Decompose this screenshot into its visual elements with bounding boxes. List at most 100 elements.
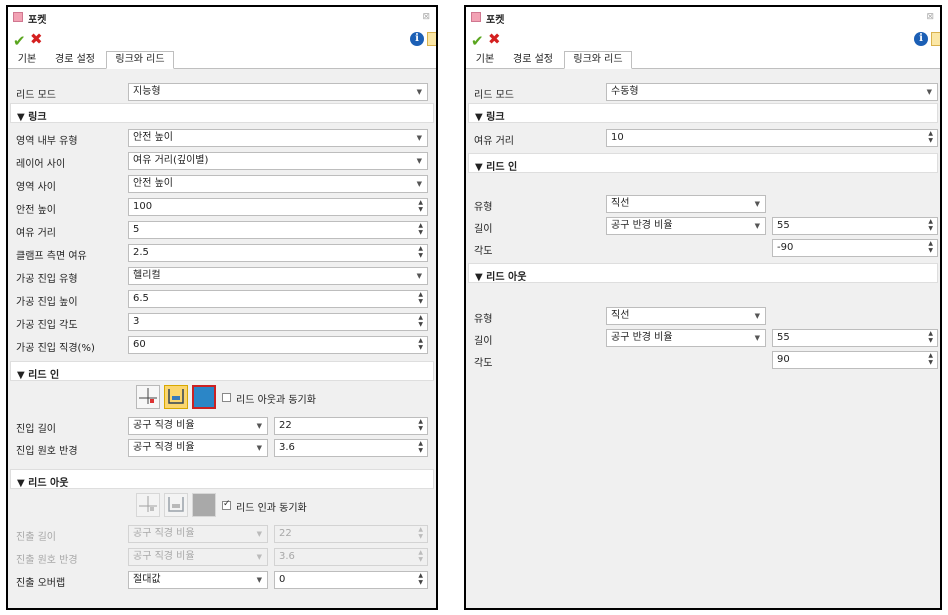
lead-mode-select[interactable]: 지능형 ▼ bbox=[128, 83, 428, 101]
ok-check-icon[interactable]: ✔ bbox=[13, 33, 26, 49]
spin-arrows-icon[interactable]: ▲ ▼ bbox=[418, 572, 423, 586]
tab-path-settings[interactable]: 경로 설정 bbox=[48, 52, 102, 69]
chevron-down-icon: ▼ bbox=[256, 576, 262, 584]
link-select[interactable]: 안전 높이 ▼ bbox=[128, 175, 428, 193]
lead-out-length-type-value: 공구 반경 비율 bbox=[611, 332, 673, 343]
link-select[interactable]: 헬리컬 ▼ bbox=[128, 267, 428, 285]
window-title: 포켓 bbox=[28, 15, 47, 26]
tab-content: 리드 모드 지능형 ▼ ▼ 링크 영역 내부 유형 안전 높이 ▼ 레이어 사이 여유 거… bbox=[8, 69, 436, 608]
section-title: ▼ 링크 bbox=[17, 112, 47, 123]
lead-in-type-select[interactable]: 공구 직경 비율 ▼ bbox=[128, 417, 268, 435]
link-input[interactable]: 5 ▲ ▼ bbox=[128, 221, 428, 239]
link-input[interactable]: 100 ▲ ▼ bbox=[128, 198, 428, 216]
lead-out-type-select[interactable]: 직선 ▼ bbox=[606, 307, 766, 325]
lead-in-type-row: 유형 직선 ▼ bbox=[466, 193, 940, 215]
cancel-x-icon[interactable]: ✖ bbox=[30, 31, 43, 47]
lead-in-icon-bar: 리드 아웃과 동기화 bbox=[136, 385, 336, 411]
spin-arrows-icon[interactable]: ▲ ▼ bbox=[928, 330, 933, 344]
lead-in-angle-row: 각도 -90 ▲ ▼ bbox=[466, 237, 940, 259]
tab-path-settings[interactable]: 경로 설정 bbox=[506, 52, 560, 69]
document-icon[interactable] bbox=[427, 32, 436, 46]
restore-icon[interactable]: ⊠ bbox=[926, 12, 934, 22]
spin-arrows-icon[interactable]: ▲ ▼ bbox=[418, 526, 423, 540]
lead-in-angle-input[interactable]: -90 ▲ ▼ bbox=[772, 239, 938, 257]
restore-icon[interactable]: ⊠ bbox=[422, 12, 430, 22]
ok-check-icon[interactable]: ✔ bbox=[471, 33, 484, 49]
info-icon[interactable]: i bbox=[914, 32, 928, 46]
lead-in-sync-checkbox[interactable] bbox=[222, 393, 231, 402]
lead-out-angle-input[interactable]: 90 ▲ ▼ bbox=[772, 351, 938, 369]
lead-out-value-input[interactable]: 3.6 ▲ ▼ bbox=[274, 548, 428, 566]
lead-out-icon-bar: 리드 인과 동기화 bbox=[136, 493, 336, 519]
lead-fill-icon[interactable] bbox=[192, 493, 216, 517]
tab-link-and-lead[interactable]: 링크와 리드 bbox=[106, 51, 174, 69]
spin-arrows-icon[interactable]: ▲ ▼ bbox=[418, 549, 423, 563]
chevron-down-icon: ▼ bbox=[926, 88, 932, 96]
lead-out-type-select[interactable]: 공구 직경 비율 ▼ bbox=[128, 548, 268, 566]
info-icon[interactable]: i bbox=[410, 32, 424, 46]
spin-arrows-icon[interactable]: ▲ ▼ bbox=[418, 314, 423, 328]
lead-out-section-header[interactable]: ▼ 리드 아웃 bbox=[468, 263, 938, 283]
document-icon[interactable] bbox=[931, 32, 940, 46]
link-input-value: 60 bbox=[133, 339, 146, 350]
tab-basic[interactable]: 기본 bbox=[470, 52, 500, 69]
lead-arc-icon[interactable] bbox=[164, 385, 188, 409]
tab-strip: 기본 경로 설정 링크와 리드 bbox=[466, 51, 940, 69]
link-input[interactable]: 60 ▲ ▼ bbox=[128, 336, 428, 354]
tab-link-and-lead[interactable]: 링크와 리드 bbox=[564, 51, 632, 69]
right-dialog: 포켓 ⊠ ✔ ✖ i 기본 경로 설정 링크와 리드 리드 모드 수동형 ▼ ▼ … bbox=[464, 5, 942, 610]
lead-in-value-input[interactable]: 3.6 ▲ ▼ bbox=[274, 439, 428, 457]
spin-arrows-icon[interactable]: ▲ ▼ bbox=[418, 440, 423, 454]
link-input[interactable]: 2.5 ▲ ▼ bbox=[128, 244, 428, 262]
lead-out-type-select[interactable]: 절대값 ▼ bbox=[128, 571, 268, 589]
lead-in-type-select-value: 공구 직경 비율 bbox=[133, 442, 195, 453]
lead-out-sync-checkbox[interactable] bbox=[222, 499, 231, 510]
spin-arrows-icon[interactable]: ▲ ▼ bbox=[928, 130, 933, 144]
spin-arrows-icon[interactable]: ▲ ▼ bbox=[418, 245, 423, 259]
lead-arc-icon[interactable] bbox=[164, 493, 188, 517]
lead-mode-select[interactable]: 수동형 ▼ bbox=[606, 83, 938, 101]
lead-in-type-select-value: 공구 직경 비율 bbox=[133, 420, 195, 431]
lead-line-icon[interactable] bbox=[136, 385, 160, 409]
lead-in-section-header[interactable]: ▼ 리드 인 bbox=[10, 361, 434, 381]
tab-basic[interactable]: 기본 bbox=[12, 52, 42, 69]
clearance-input[interactable]: 10 ▲ ▼ bbox=[606, 129, 938, 147]
spin-arrows-icon[interactable]: ▲ ▼ bbox=[928, 218, 933, 232]
lead-in-type-select[interactable]: 직선 ▼ bbox=[606, 195, 766, 213]
lead-in-type-select[interactable]: 공구 직경 비율 ▼ bbox=[128, 439, 268, 457]
lead-out-value-input[interactable]: 0 ▲ ▼ bbox=[274, 571, 428, 589]
lead-out-length-input[interactable]: 55 ▲ ▼ bbox=[772, 329, 938, 347]
spin-arrows-icon[interactable]: ▲ ▼ bbox=[928, 240, 933, 254]
lead-out-section-header[interactable]: ▼ 리드 아웃 bbox=[10, 469, 434, 489]
link-select[interactable]: 안전 높이 ▼ bbox=[128, 129, 428, 147]
lead-in-length-type-select[interactable]: 공구 반경 비율 ▼ bbox=[606, 217, 766, 235]
lead-fill-icon[interactable] bbox=[192, 385, 216, 409]
cancel-x-icon[interactable]: ✖ bbox=[488, 31, 501, 47]
link-section-header[interactable]: ▼ 링크 bbox=[468, 103, 938, 123]
spin-arrows-icon[interactable]: ▲ ▼ bbox=[418, 199, 423, 213]
lead-out-sync-label: 리드 인과 동기화 bbox=[236, 503, 307, 514]
lead-in-length-input[interactable]: 55 ▲ ▼ bbox=[772, 217, 938, 235]
lead-out-row: 진출 오버랩 절대값 ▼ 0 ▲ ▼ bbox=[8, 569, 436, 591]
link-input[interactable]: 6.5 ▲ ▼ bbox=[128, 290, 428, 308]
lead-out-row-label: 진출 길이 bbox=[16, 532, 56, 543]
link-section-header[interactable]: ▼ 링크 bbox=[10, 103, 434, 123]
link-input[interactable]: 3 ▲ ▼ bbox=[128, 313, 428, 331]
spin-arrows-icon[interactable]: ▲ ▼ bbox=[418, 337, 423, 351]
chevron-down-icon: ▼ bbox=[256, 553, 262, 561]
section-title: ▼ 링크 bbox=[475, 112, 505, 123]
spin-arrows-icon[interactable]: ▲ ▼ bbox=[418, 291, 423, 305]
lead-line-icon[interactable] bbox=[136, 493, 160, 517]
lead-out-value-input[interactable]: 22 ▲ ▼ bbox=[274, 525, 428, 543]
lead-out-type-select[interactable]: 공구 직경 비율 ▼ bbox=[128, 525, 268, 543]
lead-in-section-header[interactable]: ▼ 리드 인 bbox=[468, 153, 938, 173]
spin-arrows-icon[interactable]: ▲ ▼ bbox=[418, 222, 423, 236]
spin-arrows-icon[interactable]: ▲ ▼ bbox=[928, 352, 933, 366]
app-icon bbox=[471, 12, 481, 22]
lead-out-length-type-select[interactable]: 공구 반경 비율 ▼ bbox=[606, 329, 766, 347]
lead-in-value-input[interactable]: 22 ▲ ▼ bbox=[274, 417, 428, 435]
link-input-value: 5 bbox=[133, 224, 140, 235]
spin-arrows-icon[interactable]: ▲ ▼ bbox=[418, 418, 423, 432]
link-select[interactable]: 여유 거리(깊이별) ▼ bbox=[128, 152, 428, 170]
link-row: 가공 진입 각도 3 ▲ ▼ bbox=[8, 311, 436, 333]
